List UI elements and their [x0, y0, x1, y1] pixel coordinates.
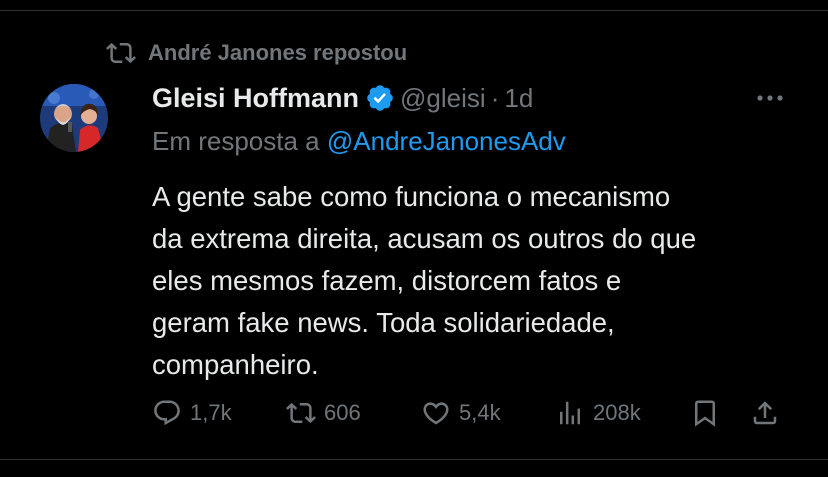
tweet-line: A gente sabe como funciona o mecanismo — [152, 181, 671, 212]
author-handle[interactable]: @gleisi — [400, 83, 486, 114]
top-divider — [0, 10, 828, 11]
reply-icon — [154, 400, 180, 426]
analytics-icon — [560, 401, 580, 425]
like-count: 5,4k — [459, 400, 501, 425]
reply-to-link[interactable]: @AndreJanonesAdv — [327, 126, 566, 156]
author-name[interactable]: Gleisi Hoffmann — [152, 83, 359, 114]
bookmark-icon[interactable] — [690, 398, 720, 428]
tweet-line: companheiro. — [152, 349, 319, 380]
more-options-icon[interactable] — [752, 86, 788, 110]
avatar[interactable] — [40, 84, 108, 152]
tweet-line: geram fake news. Toda solidariedade, — [152, 307, 615, 338]
reply-prefix: Em resposta a — [152, 126, 320, 156]
reply-context: Em resposta a @AndreJanonesAdv — [152, 126, 566, 157]
author-header: Gleisi Hoffmann @gleisi · 1d — [152, 80, 533, 116]
repost-label: André Janones repostou — [148, 40, 408, 65]
repost-count: 606 — [324, 400, 361, 425]
reply-count: 1,7k — [190, 400, 232, 425]
separator-dot: · — [490, 82, 500, 113]
like-button[interactable]: 5,4k — [421, 392, 501, 434]
bottom-divider — [0, 459, 828, 460]
post-time[interactable]: 1d — [504, 83, 533, 114]
views-button[interactable]: 208k — [555, 392, 641, 434]
repost-button[interactable]: 606 — [286, 392, 361, 434]
heart-icon — [423, 402, 449, 425]
repost-icon — [106, 42, 136, 64]
share-icon[interactable] — [750, 398, 780, 428]
repost-icon — [286, 402, 316, 424]
view-count: 208k — [593, 400, 641, 425]
tweet-line: eles mesmos fazem, distorcem fatos e — [152, 265, 622, 296]
verified-badge-icon[interactable] — [365, 83, 395, 113]
tweet-text: A gente sabe como funciona o mecanismo d… — [152, 176, 802, 386]
repost-indicator[interactable]: André Janones repostou — [106, 38, 407, 68]
reply-button[interactable]: 1,7k — [152, 392, 232, 434]
tweet-line: da extrema direita, acusam os outros do … — [152, 223, 697, 254]
action-bar: 1,7k 606 5,4k 208k — [0, 392, 828, 434]
